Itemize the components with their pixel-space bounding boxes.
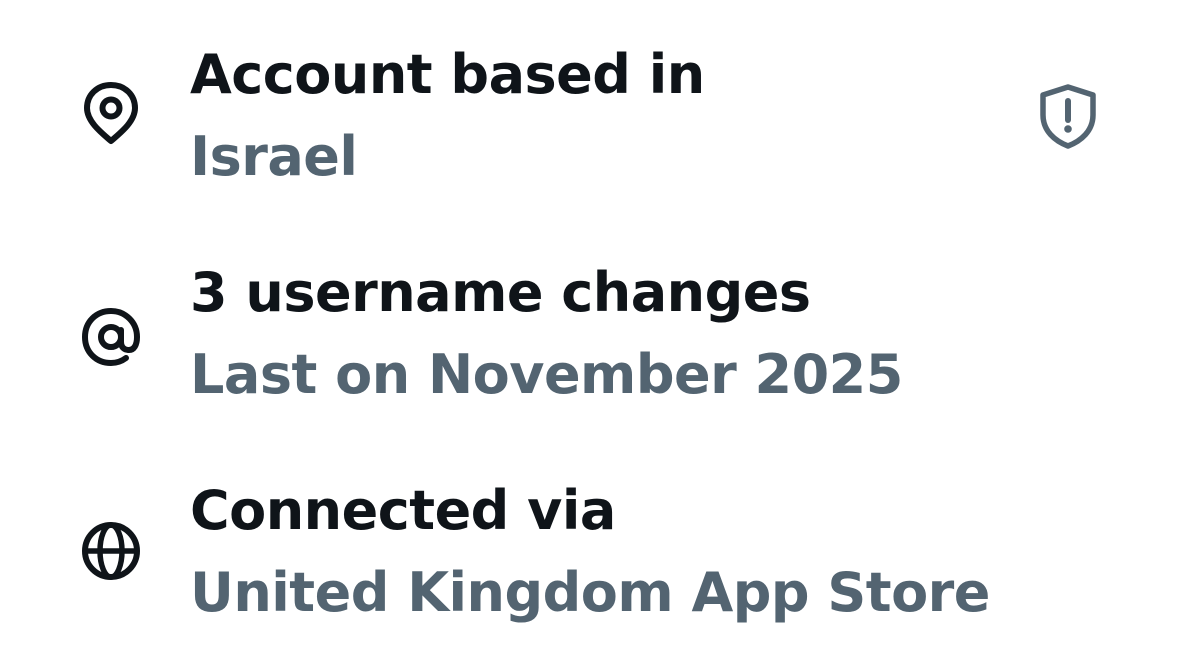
connected-via-row: Connected via United Kingdom App Store [0,436,1179,636]
shield-alert-icon[interactable] [1036,82,1100,150]
username-changes-title: 3 username changes [190,261,811,324]
account-location-row: Account based in Israel [0,0,1179,200]
connected-via-title: Connected via [190,479,616,542]
account-location-value: Israel [190,125,358,188]
location-pin-icon [78,80,144,146]
connected-via-value: United Kingdom App Store [190,561,990,624]
username-changes-value: Last on November 2025 [190,343,903,406]
globe-icon [78,518,144,584]
account-location-title: Account based in [190,43,705,106]
username-changes-row: 3 username changes Last on November 2025 [0,218,1179,418]
at-sign-icon [78,304,144,370]
